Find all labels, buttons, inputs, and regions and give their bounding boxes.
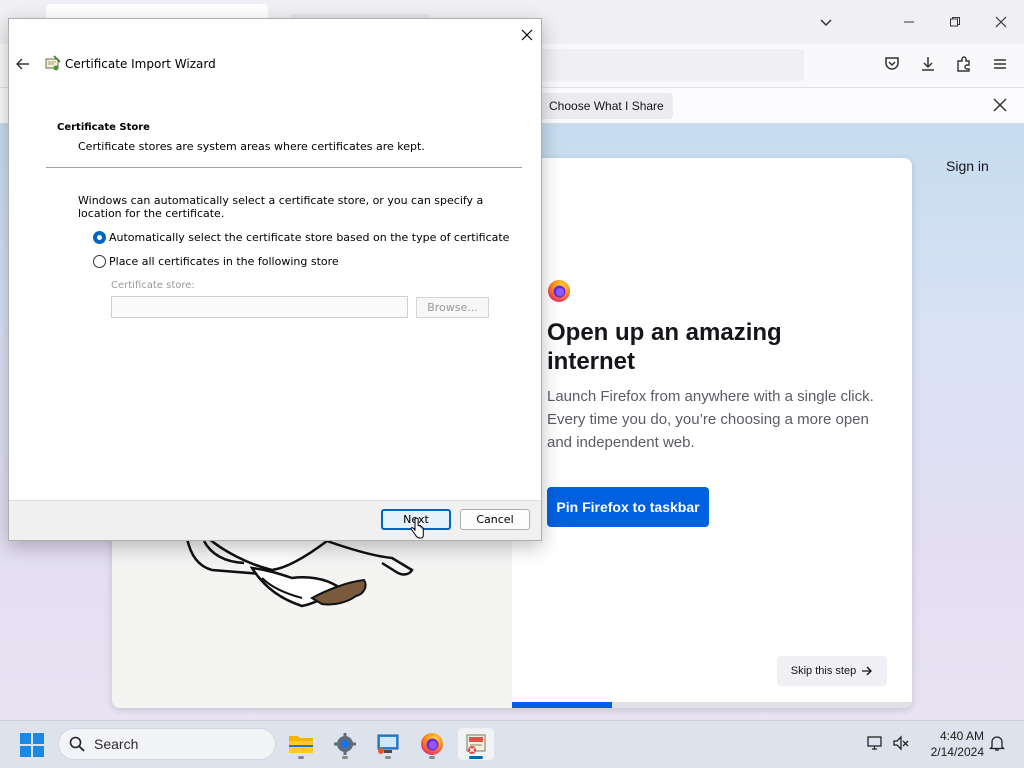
back-arrow-icon [16, 58, 29, 70]
onboarding-progress [512, 702, 912, 708]
menu-hamburger-icon[interactable] [988, 52, 1012, 76]
taskbar-settings[interactable] [327, 728, 363, 760]
taskbar-remote-desktop[interactable] [370, 728, 406, 760]
dialog-title: Certificate Import Wizard [65, 57, 216, 71]
certificate-manager-icon [466, 734, 486, 754]
running-indicator [298, 756, 304, 759]
taskbar-clock[interactable]: 4:40 AM 2/14/2024 [918, 728, 984, 760]
auto-select-store-option[interactable]: Automatically select the certificate sto… [93, 231, 509, 244]
certificate-store-label: Certificate store: [111, 280, 195, 291]
section-title: Certificate Store [57, 122, 150, 133]
skip-step-label: Skip this step [790, 665, 857, 677]
folder-icon [289, 736, 313, 753]
extensions-icon[interactable] [952, 52, 976, 76]
description-text: Windows can automatically select a certi… [78, 194, 484, 220]
restore-button[interactable] [943, 10, 967, 34]
remote-desktop-icon [377, 734, 399, 754]
auto-select-label: Automatically select the certificate sto… [109, 231, 510, 244]
firefox-logo-icon [548, 280, 570, 302]
minimize-button[interactable] [897, 10, 921, 34]
clock-time: 4:40 AM [939, 729, 984, 743]
notification-close-icon[interactable] [990, 95, 1010, 115]
taskbar-firefox[interactable] [414, 728, 450, 760]
notifications-bell-icon[interactable] [988, 734, 1006, 752]
url-bar[interactable] [540, 49, 804, 81]
firefox-icon [421, 733, 443, 755]
close-window-button[interactable] [989, 10, 1013, 34]
tab-list-chevron-icon[interactable] [814, 10, 838, 34]
dialog-close-button[interactable] [515, 23, 539, 47]
auto-select-radio[interactable] [93, 231, 106, 244]
close-icon [521, 29, 533, 41]
active-indicator [469, 756, 483, 759]
choose-what-i-share-button[interactable]: Choose What I Share [540, 93, 673, 119]
place-in-store-radio[interactable] [93, 255, 106, 268]
certificate-import-wizard-dialog: Certificate Import Wizard Certificate St… [8, 18, 542, 541]
section-subtitle: Certificate stores are system areas wher… [78, 140, 425, 153]
network-display-icon[interactable] [866, 734, 884, 752]
pin-to-taskbar-button[interactable]: Pin Firefox to taskbar [547, 487, 709, 527]
downloads-icon[interactable] [916, 52, 940, 76]
onboarding-heading: Open up an amazing internet [547, 319, 782, 375]
clock-date: 2/14/2024 [930, 745, 984, 759]
taskbar-search-box[interactable]: Search [58, 728, 276, 760]
volume-muted-icon[interactable] [892, 734, 910, 752]
browse-button: Browse... [416, 297, 489, 318]
onboarding-progress-fill [512, 702, 612, 708]
divider [46, 167, 522, 168]
pocket-icon[interactable] [880, 52, 904, 76]
cancel-button[interactable]: Cancel [460, 509, 530, 530]
back-arrow-button[interactable] [12, 53, 34, 75]
taskbar-certificate-manager[interactable] [458, 728, 494, 760]
certificate-icon [45, 55, 61, 71]
running-indicator [342, 756, 348, 759]
certificate-store-field [111, 296, 408, 318]
search-placeholder: Search [94, 736, 139, 752]
taskbar-file-explorer[interactable] [283, 728, 319, 760]
windows-start-icon[interactable] [19, 732, 45, 758]
sign-in-link[interactable]: Sign in [946, 158, 989, 174]
place-in-store-label: Place all certificates in the following … [109, 255, 339, 268]
arrow-right-icon [862, 666, 873, 676]
onboarding-body-text: Launch Firefox from anywhere with a sing… [547, 388, 874, 451]
gear-icon [334, 733, 356, 755]
skip-step-button[interactable]: Skip this step [777, 656, 887, 686]
place-in-store-option[interactable]: Place all certificates in the following … [93, 255, 339, 268]
search-icon [69, 736, 85, 752]
mouse-cursor-icon [410, 518, 424, 539]
running-indicator [429, 756, 435, 759]
running-indicator [385, 756, 391, 759]
